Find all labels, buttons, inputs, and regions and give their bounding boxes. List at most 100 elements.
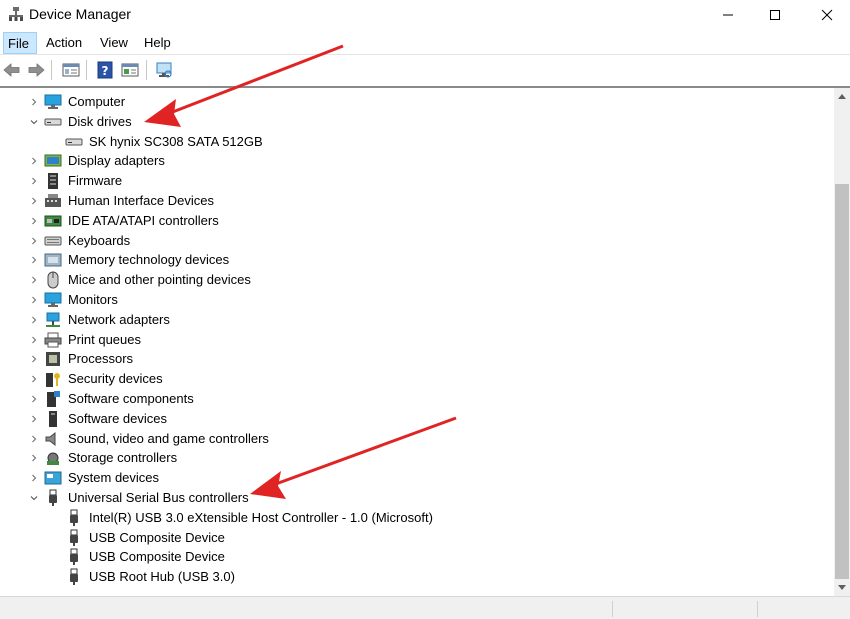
tree-category-processors[interactable]: Processors [0,349,830,369]
tree-item-label: Computer [68,94,126,109]
chevron-right-icon[interactable] [28,195,40,207]
computer-icon [44,93,62,111]
forward-icon[interactable] [26,60,46,80]
tree-item-label: IDE ATA/ATAPI controllers [68,213,219,228]
tree-category-disk-drives[interactable]: Disk drives [0,112,830,132]
device-manager-icon [8,6,24,22]
tree-item-label: Universal Serial Bus controllers [68,490,249,505]
display-adapter-icon [44,152,62,170]
back-icon[interactable] [2,60,22,80]
tree-category-network-adapters[interactable]: Network adapters [0,310,830,330]
minimize-button[interactable] [705,0,751,30]
menu-view[interactable]: View [96,32,132,54]
printer-icon [44,331,62,349]
chevron-down-icon[interactable] [28,116,40,128]
tree-item-label: SK hynix SC308 SATA 512GB [89,134,263,149]
toolbar-separator [51,60,52,80]
tree-device-usb-root-hub-usb-3-0[interactable]: USB Root Hub (USB 3.0) [0,567,830,587]
status-separator [612,601,613,617]
tree-category-storage-controllers[interactable]: Storage controllers [0,448,830,468]
chevron-right-icon[interactable] [28,274,40,286]
tree-device-intel-r-usb-3-0-extensible-host-controller-1-0-microsoft[interactable]: Intel(R) USB 3.0 eXtensible Host Control… [0,508,830,528]
chevron-right-icon[interactable] [28,373,40,385]
menu-file[interactable]: File [3,32,37,54]
chevron-right-icon[interactable] [28,393,40,405]
chevron-right-icon[interactable] [28,452,40,464]
chevron-down-icon[interactable] [28,492,40,504]
network-adapter-icon [44,311,62,329]
tree-category-print-queues[interactable]: Print queues [0,330,830,350]
scroll-down-arrow-icon[interactable] [834,580,850,596]
tree-device-usb-composite-device[interactable]: USB Composite Device [0,547,830,567]
tree-item-label: Monitors [68,292,118,307]
toolbar-separator [146,60,147,80]
scroll-thumb[interactable] [835,184,849,579]
tree-device-sk-hynix-sc308-sata-512gb[interactable]: SK hynix SC308 SATA 512GB [0,132,830,152]
tree-device-usb-composite-device[interactable]: USB Composite Device [0,528,830,548]
tree-category-firmware[interactable]: Firmware [0,171,830,191]
menu-bar: File Action View Help [0,30,850,54]
tree-category-software-devices[interactable]: Software devices [0,409,830,429]
chevron-right-icon[interactable] [28,472,40,484]
svg-text:?: ? [102,64,109,78]
usb-icon [65,548,83,566]
chevron-right-icon[interactable] [28,334,40,346]
tree-item-label: Software components [68,391,194,406]
tree-category-computer[interactable]: Computer [0,92,830,112]
menu-help[interactable]: Help [140,32,175,54]
help-icon[interactable]: ? [95,60,115,80]
tree-category-memory-technology-devices[interactable]: Memory technology devices [0,250,830,270]
tree-category-keyboards[interactable]: Keyboards [0,231,830,251]
status-bar [0,596,850,619]
show-hidden-icon[interactable] [120,60,140,80]
chevron-right-icon[interactable] [28,175,40,187]
tree-category-universal-serial-bus-controllers[interactable]: Universal Serial Bus controllers [0,488,830,508]
tree-item-label: Disk drives [68,114,132,129]
tree-item-label: Display adapters [68,153,165,168]
tree-category-software-components[interactable]: Software components [0,389,830,409]
chevron-right-icon[interactable] [28,235,40,247]
tree-item-label: USB Composite Device [89,530,225,545]
chevron-right-icon[interactable] [28,96,40,108]
tree-item-label: Security devices [68,371,163,386]
chevron-right-icon[interactable] [28,314,40,326]
tree-category-mice-and-other-pointing-devices[interactable]: Mice and other pointing devices [0,270,830,290]
scan-hardware-icon[interactable] [154,60,174,80]
scroll-up-arrow-icon[interactable] [834,88,850,104]
ide-controller-icon [44,212,62,230]
toolbar-separator [86,60,87,80]
vertical-scrollbar[interactable] [834,88,850,596]
tree-item-label: Storage controllers [68,450,178,465]
chevron-right-icon[interactable] [28,215,40,227]
monitor-icon [44,291,62,309]
chevron-right-icon[interactable] [28,413,40,425]
tree-category-monitors[interactable]: Monitors [0,290,830,310]
maximize-button[interactable] [752,0,798,30]
tree-item-label: System devices [68,470,160,485]
chevron-right-icon[interactable] [28,155,40,167]
tree-category-ide-ata-atapi-controllers[interactable]: IDE ATA/ATAPI controllers [0,211,830,231]
device-tree-pane: Computer Disk drives SK hynix SC308 SATA 5… [0,86,850,596]
tree-category-system-devices[interactable]: System devices [0,468,830,488]
chevron-right-icon[interactable] [28,353,40,365]
chevron-right-icon[interactable] [28,433,40,445]
close-button[interactable] [804,0,850,30]
usb-icon [44,489,62,507]
hid-icon [44,192,62,210]
system-device-icon [44,469,62,487]
tree-item-label: Processors [68,351,134,366]
tree-item-label: Firmware [68,173,123,188]
tree-item-label: Keyboards [68,233,131,248]
tree-item-label: Mice and other pointing devices [68,272,251,287]
chevron-right-icon[interactable] [28,254,40,266]
menu-action[interactable]: Action [42,32,86,54]
tree-item-label: Intel(R) USB 3.0 eXtensible Host Control… [89,510,433,525]
properties-icon[interactable] [61,60,81,80]
tree-category-display-adapters[interactable]: Display adapters [0,151,830,171]
tree-category-human-interface-devices[interactable]: Human Interface Devices [0,191,830,211]
chevron-right-icon[interactable] [28,294,40,306]
tree-category-sound-video-and-game-controllers[interactable]: Sound, video and game controllers [0,429,830,449]
memory-device-icon [44,251,62,269]
tree-category-security-devices[interactable]: Security devices [0,369,830,389]
usb-icon [65,509,83,527]
